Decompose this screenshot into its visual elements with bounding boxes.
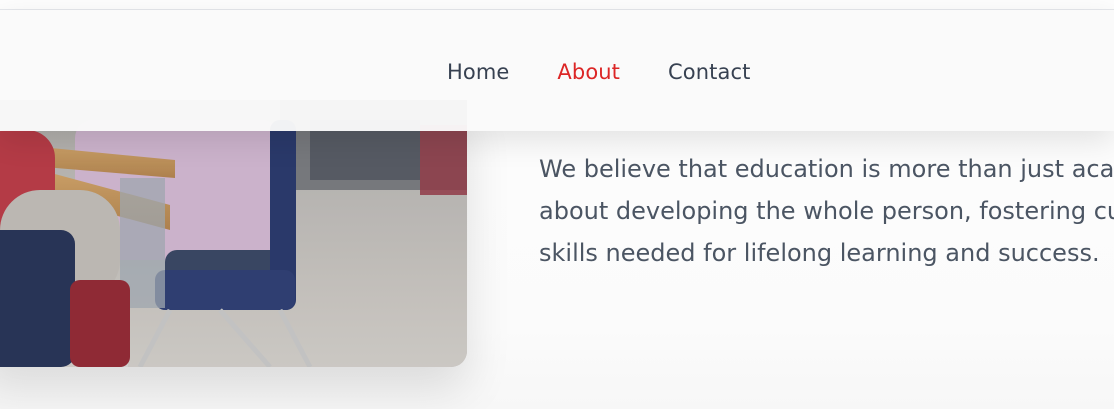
paragraph-line: skills needed for lifelong learning and … (539, 239, 1100, 267)
nav-link-about[interactable]: About (557, 56, 620, 88)
nav-link-contact[interactable]: Contact (668, 56, 750, 88)
paragraph-line: about developing the whole person, foste… (539, 197, 1114, 225)
main-nav: Home About Contact (447, 56, 750, 88)
paragraph-line: We believe that education is more than j… (539, 155, 1114, 183)
page: Home About Contact We believe that educa… (0, 0, 1114, 409)
nav-link-home[interactable]: Home (447, 56, 509, 88)
site-header: Home About Contact (0, 10, 1114, 131)
about-paragraph: We believe that education is more than j… (539, 148, 1114, 274)
classroom-photo (0, 100, 467, 367)
